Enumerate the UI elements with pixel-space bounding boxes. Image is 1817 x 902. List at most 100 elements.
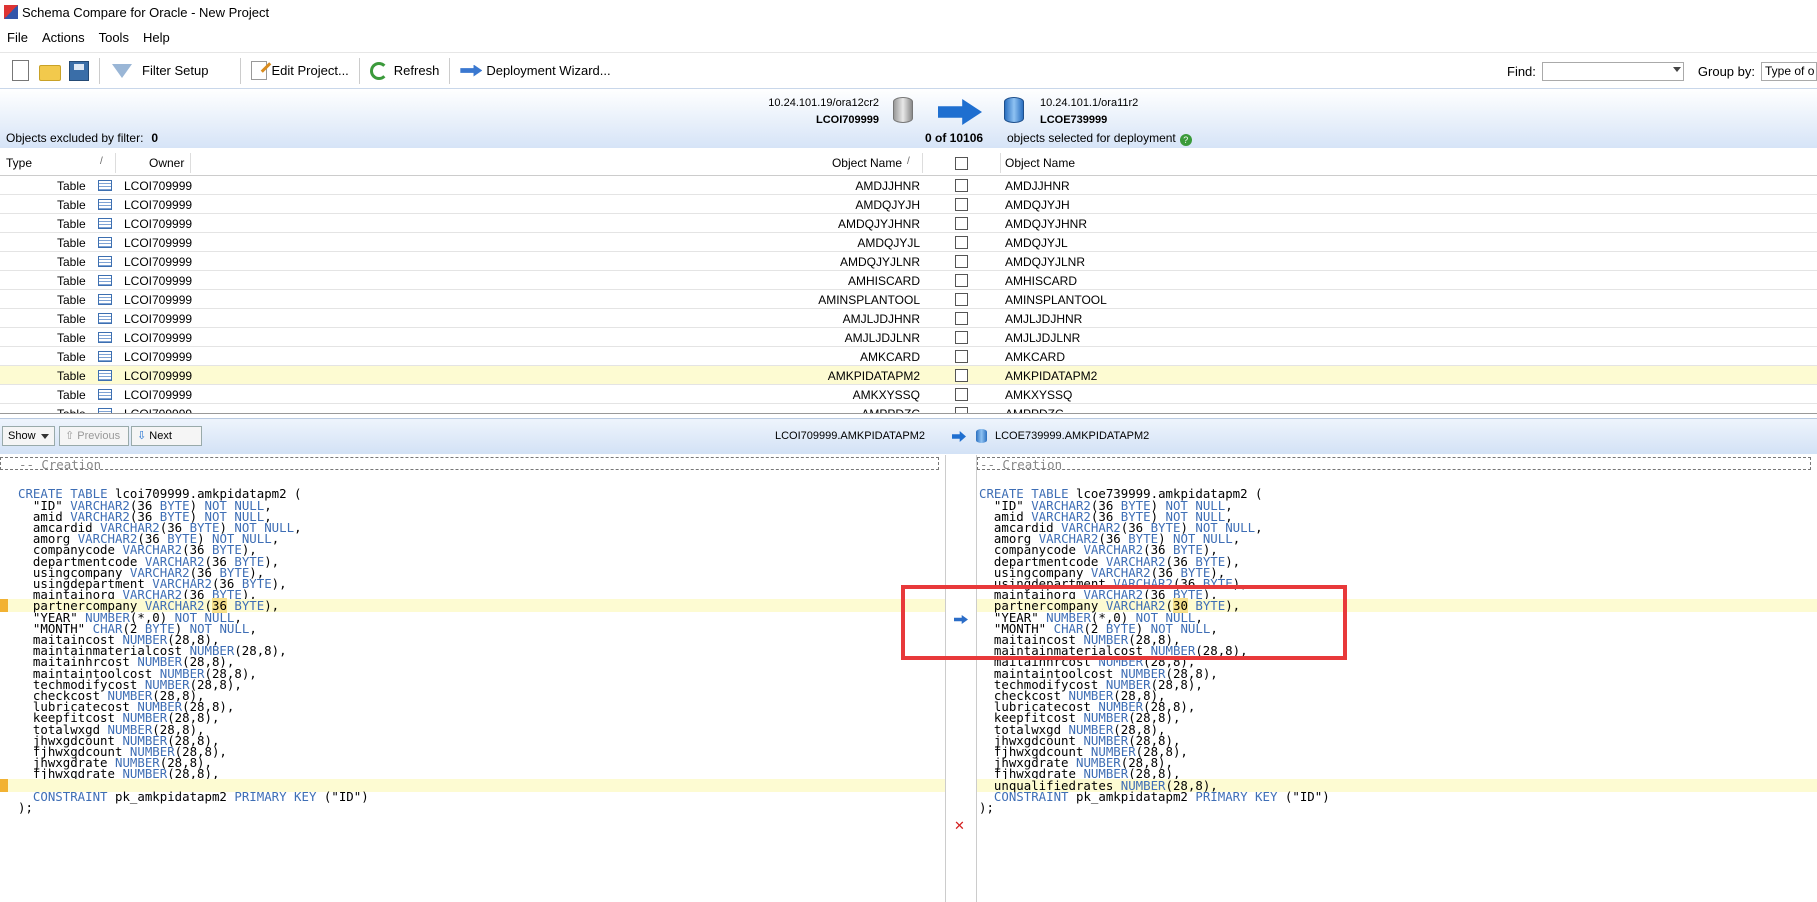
table-row[interactable]: Table LCOI709999 AMPPDZC AMPPDZC xyxy=(0,404,1817,414)
row-checkbox[interactable] xyxy=(955,293,968,306)
table-icon xyxy=(98,370,112,381)
table-row[interactable]: Table LCOI709999 AMDQJYJLNR AMDQJYJLNR xyxy=(0,252,1817,271)
source-connection[interactable]: 10.24.101.19/ora12cr2 LCOI709999 xyxy=(768,95,879,129)
menu-tools[interactable]: Tools xyxy=(92,30,136,45)
next-button[interactable]: ⇩ Next xyxy=(131,426,202,446)
refresh-label: Refresh xyxy=(393,63,440,78)
row-type: Table xyxy=(57,236,86,250)
row-checkbox[interactable] xyxy=(955,236,968,249)
previous-button[interactable]: ⇧ Previous xyxy=(59,426,129,446)
column-header-source-name[interactable]: Object Name xyxy=(832,156,902,170)
row-type: Table xyxy=(57,198,86,212)
selected-text-group: objects selected for deployment? xyxy=(1007,131,1192,146)
column-divider[interactable] xyxy=(1000,153,1001,173)
table-row[interactable]: Table LCOI709999 AMKCARD AMKCARD xyxy=(0,347,1817,366)
toolbar-separator xyxy=(449,57,451,84)
column-header-owner[interactable]: Owner xyxy=(149,156,184,170)
row-checkbox[interactable] xyxy=(955,255,968,268)
row-type: Table xyxy=(57,350,86,364)
source-host: 10.24.101.19/ora12cr2 xyxy=(768,97,879,109)
table-row[interactable]: Table LCOI709999 AMINSPLANTOOL AMINSPLANTOO… xyxy=(0,290,1817,309)
table-row[interactable]: Table LCOI709999 AMDJJHNR AMDJJHNR xyxy=(0,176,1817,195)
column-header-target-name[interactable]: Object Name xyxy=(1005,156,1075,170)
group-by-select[interactable]: Type of o xyxy=(1761,61,1817,81)
chevron-down-icon[interactable] xyxy=(1672,66,1681,72)
app-icon xyxy=(4,5,18,19)
target-connection[interactable]: 10.24.101.1/ora11r2 LCOE739999 xyxy=(1040,95,1138,129)
save-button[interactable] xyxy=(65,56,93,86)
new-button[interactable] xyxy=(6,56,35,86)
refresh-button[interactable]: Refresh xyxy=(366,56,444,86)
row-source-name: AMINSPLANTOOL xyxy=(818,293,920,307)
show-dropdown[interactable]: Show xyxy=(2,426,55,446)
selected-count: 0 of 10106 xyxy=(925,131,984,145)
find-input[interactable] xyxy=(1541,61,1684,81)
delete-x-icon[interactable]: ✕ xyxy=(954,819,965,832)
help-icon[interactable]: ? xyxy=(1179,134,1192,146)
table-icon xyxy=(98,218,112,229)
find-group: Find: Group by: Type of o xyxy=(1507,53,1817,89)
row-owner: LCOI709999 xyxy=(124,236,193,250)
row-type: Table xyxy=(57,274,86,288)
menu-actions[interactable]: Actions xyxy=(35,30,92,45)
column-divider[interactable] xyxy=(115,153,116,173)
table-row[interactable]: Table LCOI709999 AMJLJDJHNR AMJLJDJHNR xyxy=(0,309,1817,328)
open-button[interactable] xyxy=(35,56,65,86)
row-checkbox[interactable] xyxy=(955,274,968,287)
column-divider[interactable] xyxy=(190,153,191,173)
table-row[interactable]: Table LCOI709999 AMDQJYJL AMDQJYJL xyxy=(0,233,1817,252)
filter-icon xyxy=(112,63,132,78)
edit-project-button[interactable]: Edit Project... xyxy=(247,56,352,86)
row-checkbox[interactable] xyxy=(955,407,968,413)
row-owner: LCOI709999 xyxy=(124,179,193,193)
menu-help[interactable]: Help xyxy=(136,30,177,45)
table-icon xyxy=(98,351,112,362)
table-row[interactable]: Table LCOI709999 AMDQJYJH AMDQJYJH xyxy=(0,195,1817,214)
row-checkbox[interactable] xyxy=(955,179,968,192)
row-checkbox[interactable] xyxy=(955,217,968,230)
table-icon xyxy=(98,408,112,413)
row-source-name: AMKXYSSQ xyxy=(852,388,920,402)
code-text: ); xyxy=(979,800,994,815)
row-source-name: AMKCARD xyxy=(859,350,920,364)
table-row[interactable]: Table LCOI709999 AMKPIDATAPM2 AMKPIDATAPM2 xyxy=(0,366,1817,385)
column-divider[interactable] xyxy=(922,153,923,173)
row-owner: LCOI709999 xyxy=(124,350,193,364)
row-target-name: AMJLJDJLNR xyxy=(1005,331,1081,345)
table-row[interactable]: Table LCOI709999 AMDQJYJHNR AMDQJYJHNR xyxy=(0,214,1817,233)
compare-direction-arrow-icon[interactable] xyxy=(938,99,982,125)
edit-project-label: Edit Project... xyxy=(271,63,349,78)
window-title: Schema Compare for Oracle - New Project xyxy=(22,4,270,20)
toolbar-separator xyxy=(99,57,100,84)
table-row[interactable]: Table LCOI709999 AMKXYSSQ AMKXYSSQ xyxy=(0,385,1817,404)
row-type: Table xyxy=(57,331,86,345)
refresh-icon xyxy=(369,61,388,80)
table-row[interactable]: Table LCOI709999 AMHISCARD AMHISCARD xyxy=(0,271,1817,290)
row-checkbox[interactable] xyxy=(955,388,968,401)
filter-setup-button[interactable]: Filter Setup xyxy=(106,56,212,86)
table-icon xyxy=(98,256,112,267)
row-type: Table xyxy=(57,293,86,307)
row-checkbox[interactable] xyxy=(955,198,968,211)
row-checkbox[interactable] xyxy=(955,331,968,344)
table-icon xyxy=(98,275,112,286)
results-grid: Type / Owner Object Name / Object Name T… xyxy=(0,150,1817,414)
column-header-type[interactable]: Type xyxy=(6,156,32,170)
row-checkbox[interactable] xyxy=(955,350,968,363)
table-row[interactable]: Table LCOI709999 AMJLJDJLNR AMJLJDJLNR xyxy=(0,328,1817,347)
row-target-name: AMKXYSSQ xyxy=(1005,388,1073,402)
row-type: Table xyxy=(57,312,86,326)
menu-file[interactable]: File xyxy=(0,30,35,45)
row-checkbox[interactable] xyxy=(955,312,968,325)
row-source-name: AMPPDZC xyxy=(861,407,920,414)
select-all-checkbox[interactable] xyxy=(955,157,968,170)
row-checkbox[interactable] xyxy=(955,369,968,382)
target-sql-pane[interactable]: -- Creation CREATE TABLE lcoe739999.amkpi… xyxy=(977,455,1817,902)
up-arrow-icon: ⇧ xyxy=(65,430,78,442)
source-sql-pane[interactable]: -- Creation CREATE TABLE lcoi709999.amkpi… xyxy=(0,455,945,902)
deployment-wizard-button[interactable]: Deployment Wizard... xyxy=(456,56,614,86)
excluded-count: 0 xyxy=(151,131,159,145)
excluded-label: Objects excluded by filter: xyxy=(6,131,144,145)
source-schema: LCOI709999 xyxy=(816,114,879,126)
previous-label: Previous xyxy=(77,430,121,442)
